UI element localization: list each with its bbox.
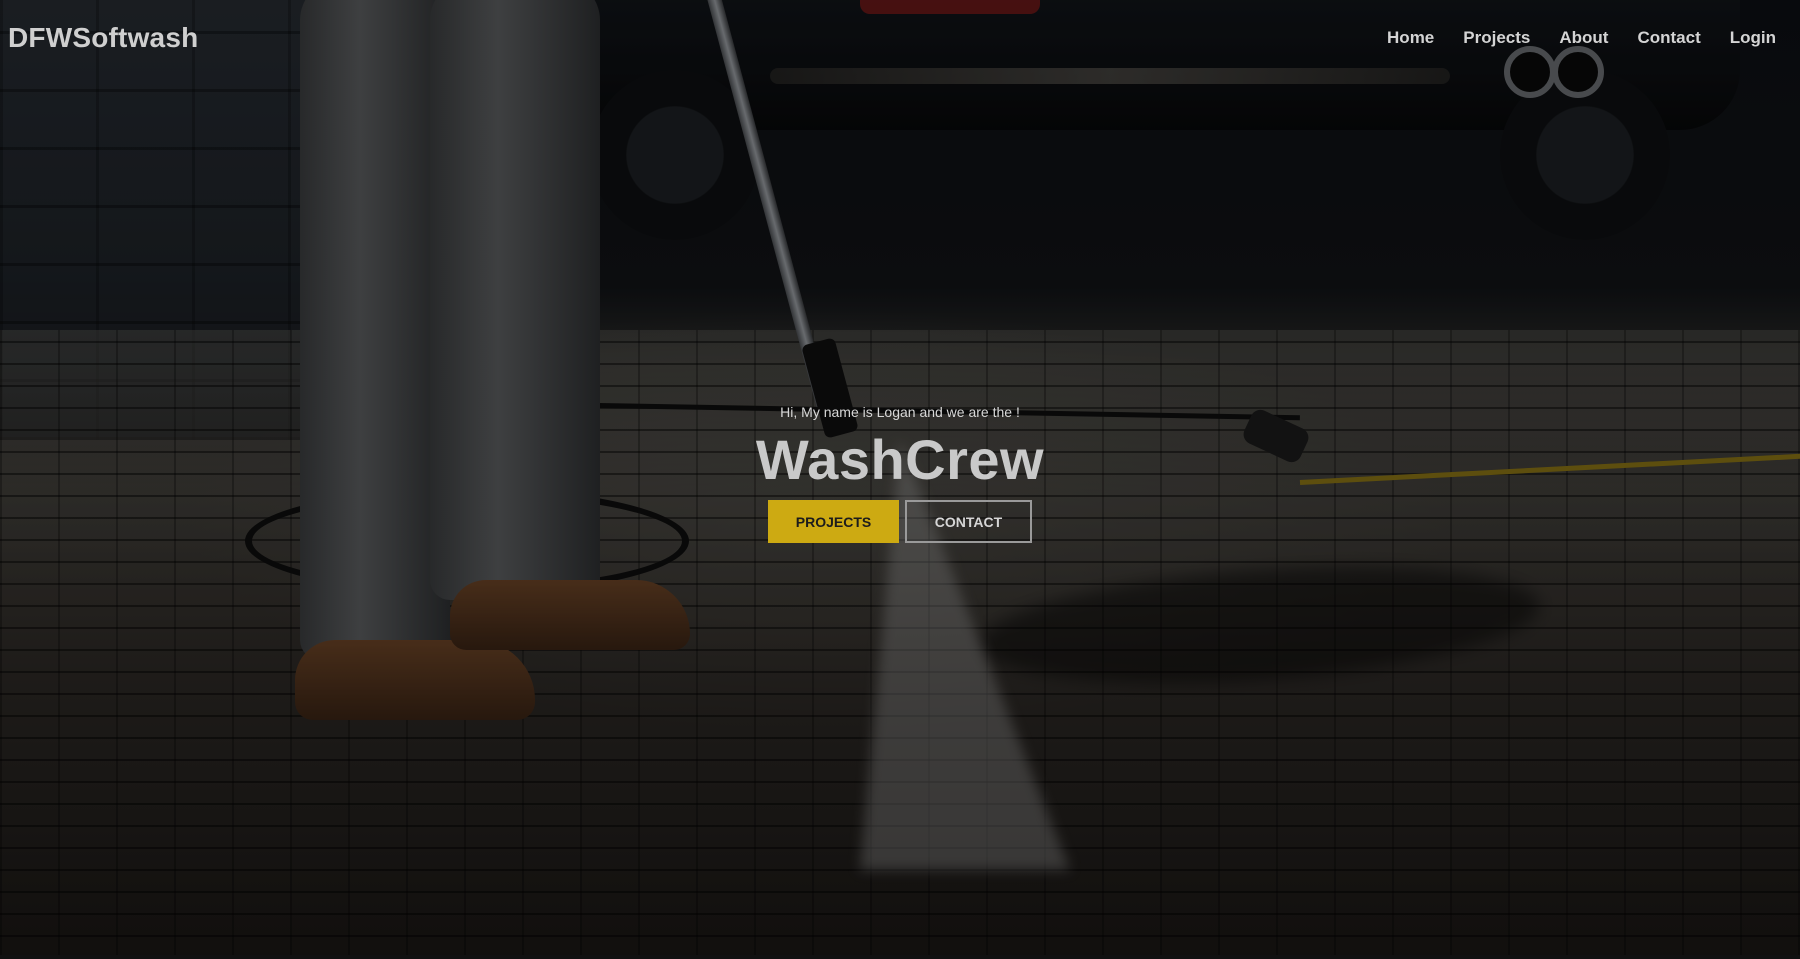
hero-section: DFWSoftwash Home Projects About Contact … <box>0 0 1800 959</box>
contact-button[interactable]: CONTACT <box>905 500 1032 543</box>
brand-logo[interactable]: DFWSoftwash <box>8 22 198 54</box>
nav-projects[interactable]: Projects <box>1463 28 1530 48</box>
projects-button[interactable]: PROJECTS <box>768 500 899 543</box>
hero-content: Hi, My name is Logan and we are the ! Wa… <box>0 404 1800 543</box>
nav-links: Home Projects About Contact Login <box>1387 28 1776 48</box>
nav-home[interactable]: Home <box>1387 28 1434 48</box>
hero-title: WashCrew <box>755 428 1045 491</box>
hero-buttons: PROJECTS CONTACT <box>0 500 1800 543</box>
bottom-edge <box>0 955 1800 959</box>
hero-intro-text: Hi, My name is Logan and we are the ! <box>780 404 1020 420</box>
nav-about[interactable]: About <box>1559 28 1608 48</box>
nav-login[interactable]: Login <box>1730 28 1776 48</box>
navbar: DFWSoftwash Home Projects About Contact … <box>0 0 1800 80</box>
nav-contact[interactable]: Contact <box>1637 28 1700 48</box>
